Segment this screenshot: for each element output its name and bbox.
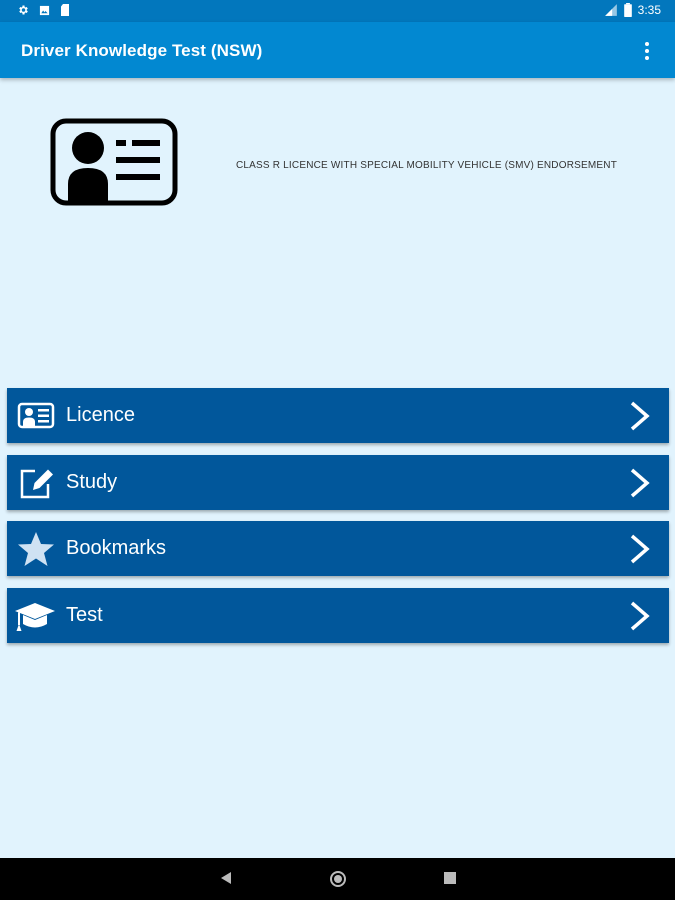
sd-card-icon [61, 4, 69, 16]
menu-item-study[interactable]: Study [7, 454, 669, 510]
edit-icon [20, 469, 53, 498]
battery-icon [623, 3, 632, 17]
image-icon [39, 5, 50, 15]
app-title: Driver Knowledge Test (NSW) [21, 41, 263, 60]
status-right-icons: 3:35 [604, 3, 661, 17]
navigation-bar [0, 858, 675, 900]
status-time: 3:35 [637, 3, 661, 17]
id-card-icon [17, 402, 55, 429]
recent-apps-icon[interactable] [444, 872, 456, 884]
menu-item-label: Licence [66, 404, 135, 426]
main-menu: Licence Study Bookmarks Test [7, 388, 669, 655]
menu-item-test[interactable]: Test [7, 588, 669, 644]
menu-item-bookmarks[interactable]: Bookmarks [7, 521, 669, 577]
settings-icon [19, 5, 28, 15]
chevron-right-icon [630, 535, 650, 564]
menu-item-label: Study [66, 470, 118, 493]
chevron-right-icon [630, 401, 650, 431]
menu-item-licence[interactable]: Licence [7, 388, 669, 443]
more-vert-icon[interactable] [637, 40, 657, 62]
chevron-right-icon [630, 601, 650, 631]
id-card-icon [50, 118, 178, 206]
app-bar: Driver Knowledge Test (NSW) [0, 22, 675, 78]
graduation-cap-icon [15, 603, 55, 632]
back-icon[interactable] [219, 870, 233, 886]
chevron-right-icon [630, 468, 650, 498]
menu-item-label: Test [66, 604, 103, 627]
licence-class-subtitle: CLASS R LICENCE WITH SPECIAL MOBILITY VE… [236, 160, 618, 171]
status-bar: 3:35 [0, 0, 675, 22]
signal-icon [604, 4, 617, 16]
home-icon[interactable] [329, 870, 347, 888]
star-icon [18, 532, 54, 567]
status-left-icons [17, 4, 70, 16]
menu-item-label: Bookmarks [66, 537, 167, 560]
